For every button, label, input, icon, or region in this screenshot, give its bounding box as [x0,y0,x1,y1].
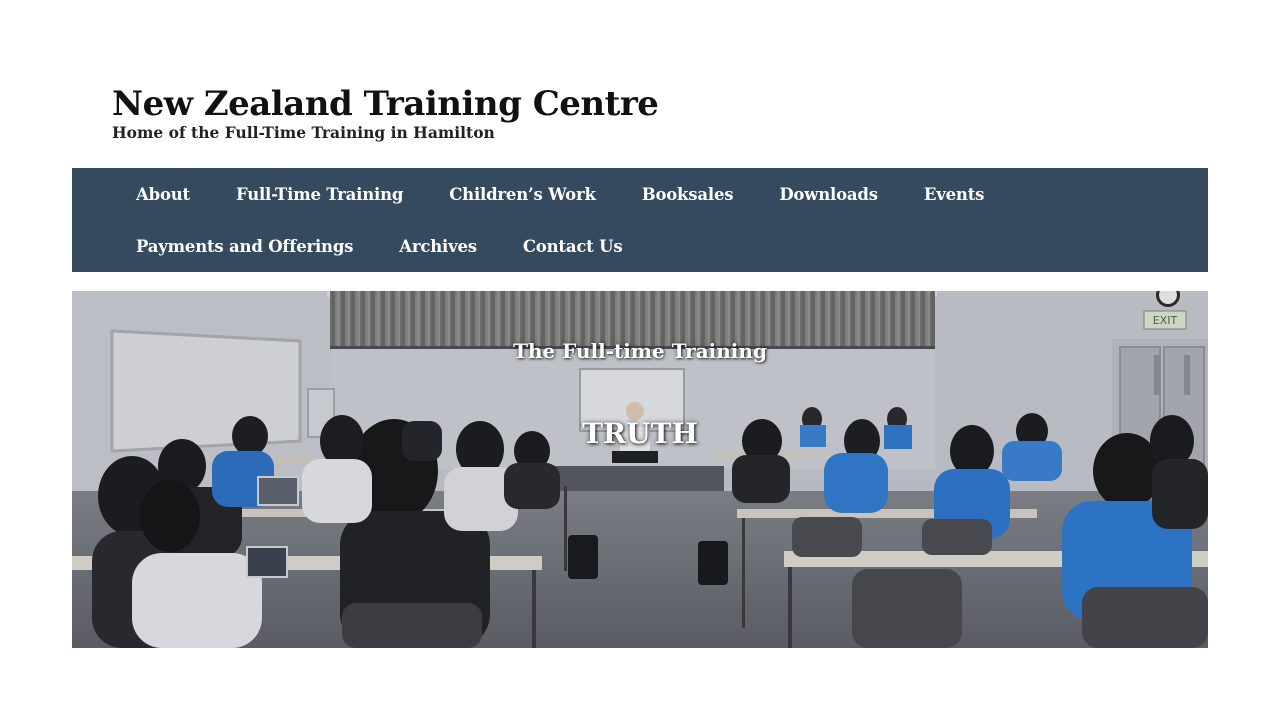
main-navigation: About Full-Time Training Children’s Work… [72,168,1208,272]
nav-row-primary: About Full-Time Training Children’s Work… [136,168,1030,220]
hero-title: TRUTH [582,417,698,450]
site-tagline: Home of the Full-Time Training in Hamilt… [112,123,495,142]
nav-item-contact-us[interactable]: Contact Us [523,237,623,256]
site-title[interactable]: New Zealand Training Centre [112,84,659,124]
nav-item-about[interactable]: About [136,185,190,204]
nav-item-full-time-training[interactable]: Full-Time Training [236,185,403,204]
hero-subtitle: The Full-time Training [513,339,767,363]
nav-item-events[interactable]: Events [924,185,985,204]
nav-item-archives[interactable]: Archives [399,237,477,256]
exit-sign-label: EXIT [1153,314,1178,327]
nav-item-payments-and-offerings[interactable]: Payments and Offerings [136,237,353,256]
nav-item-childrens-work[interactable]: Children’s Work [449,185,596,204]
nav-item-booksales[interactable]: Booksales [642,185,734,204]
hero-banner: EXIT The Full-time Training TRUTH [72,291,1208,648]
nav-item-downloads[interactable]: Downloads [779,185,878,204]
nav-row-secondary: Payments and Offerings Archives Contact … [136,220,668,272]
site-header: New Zealand Training Centre Home of the … [112,84,659,142]
